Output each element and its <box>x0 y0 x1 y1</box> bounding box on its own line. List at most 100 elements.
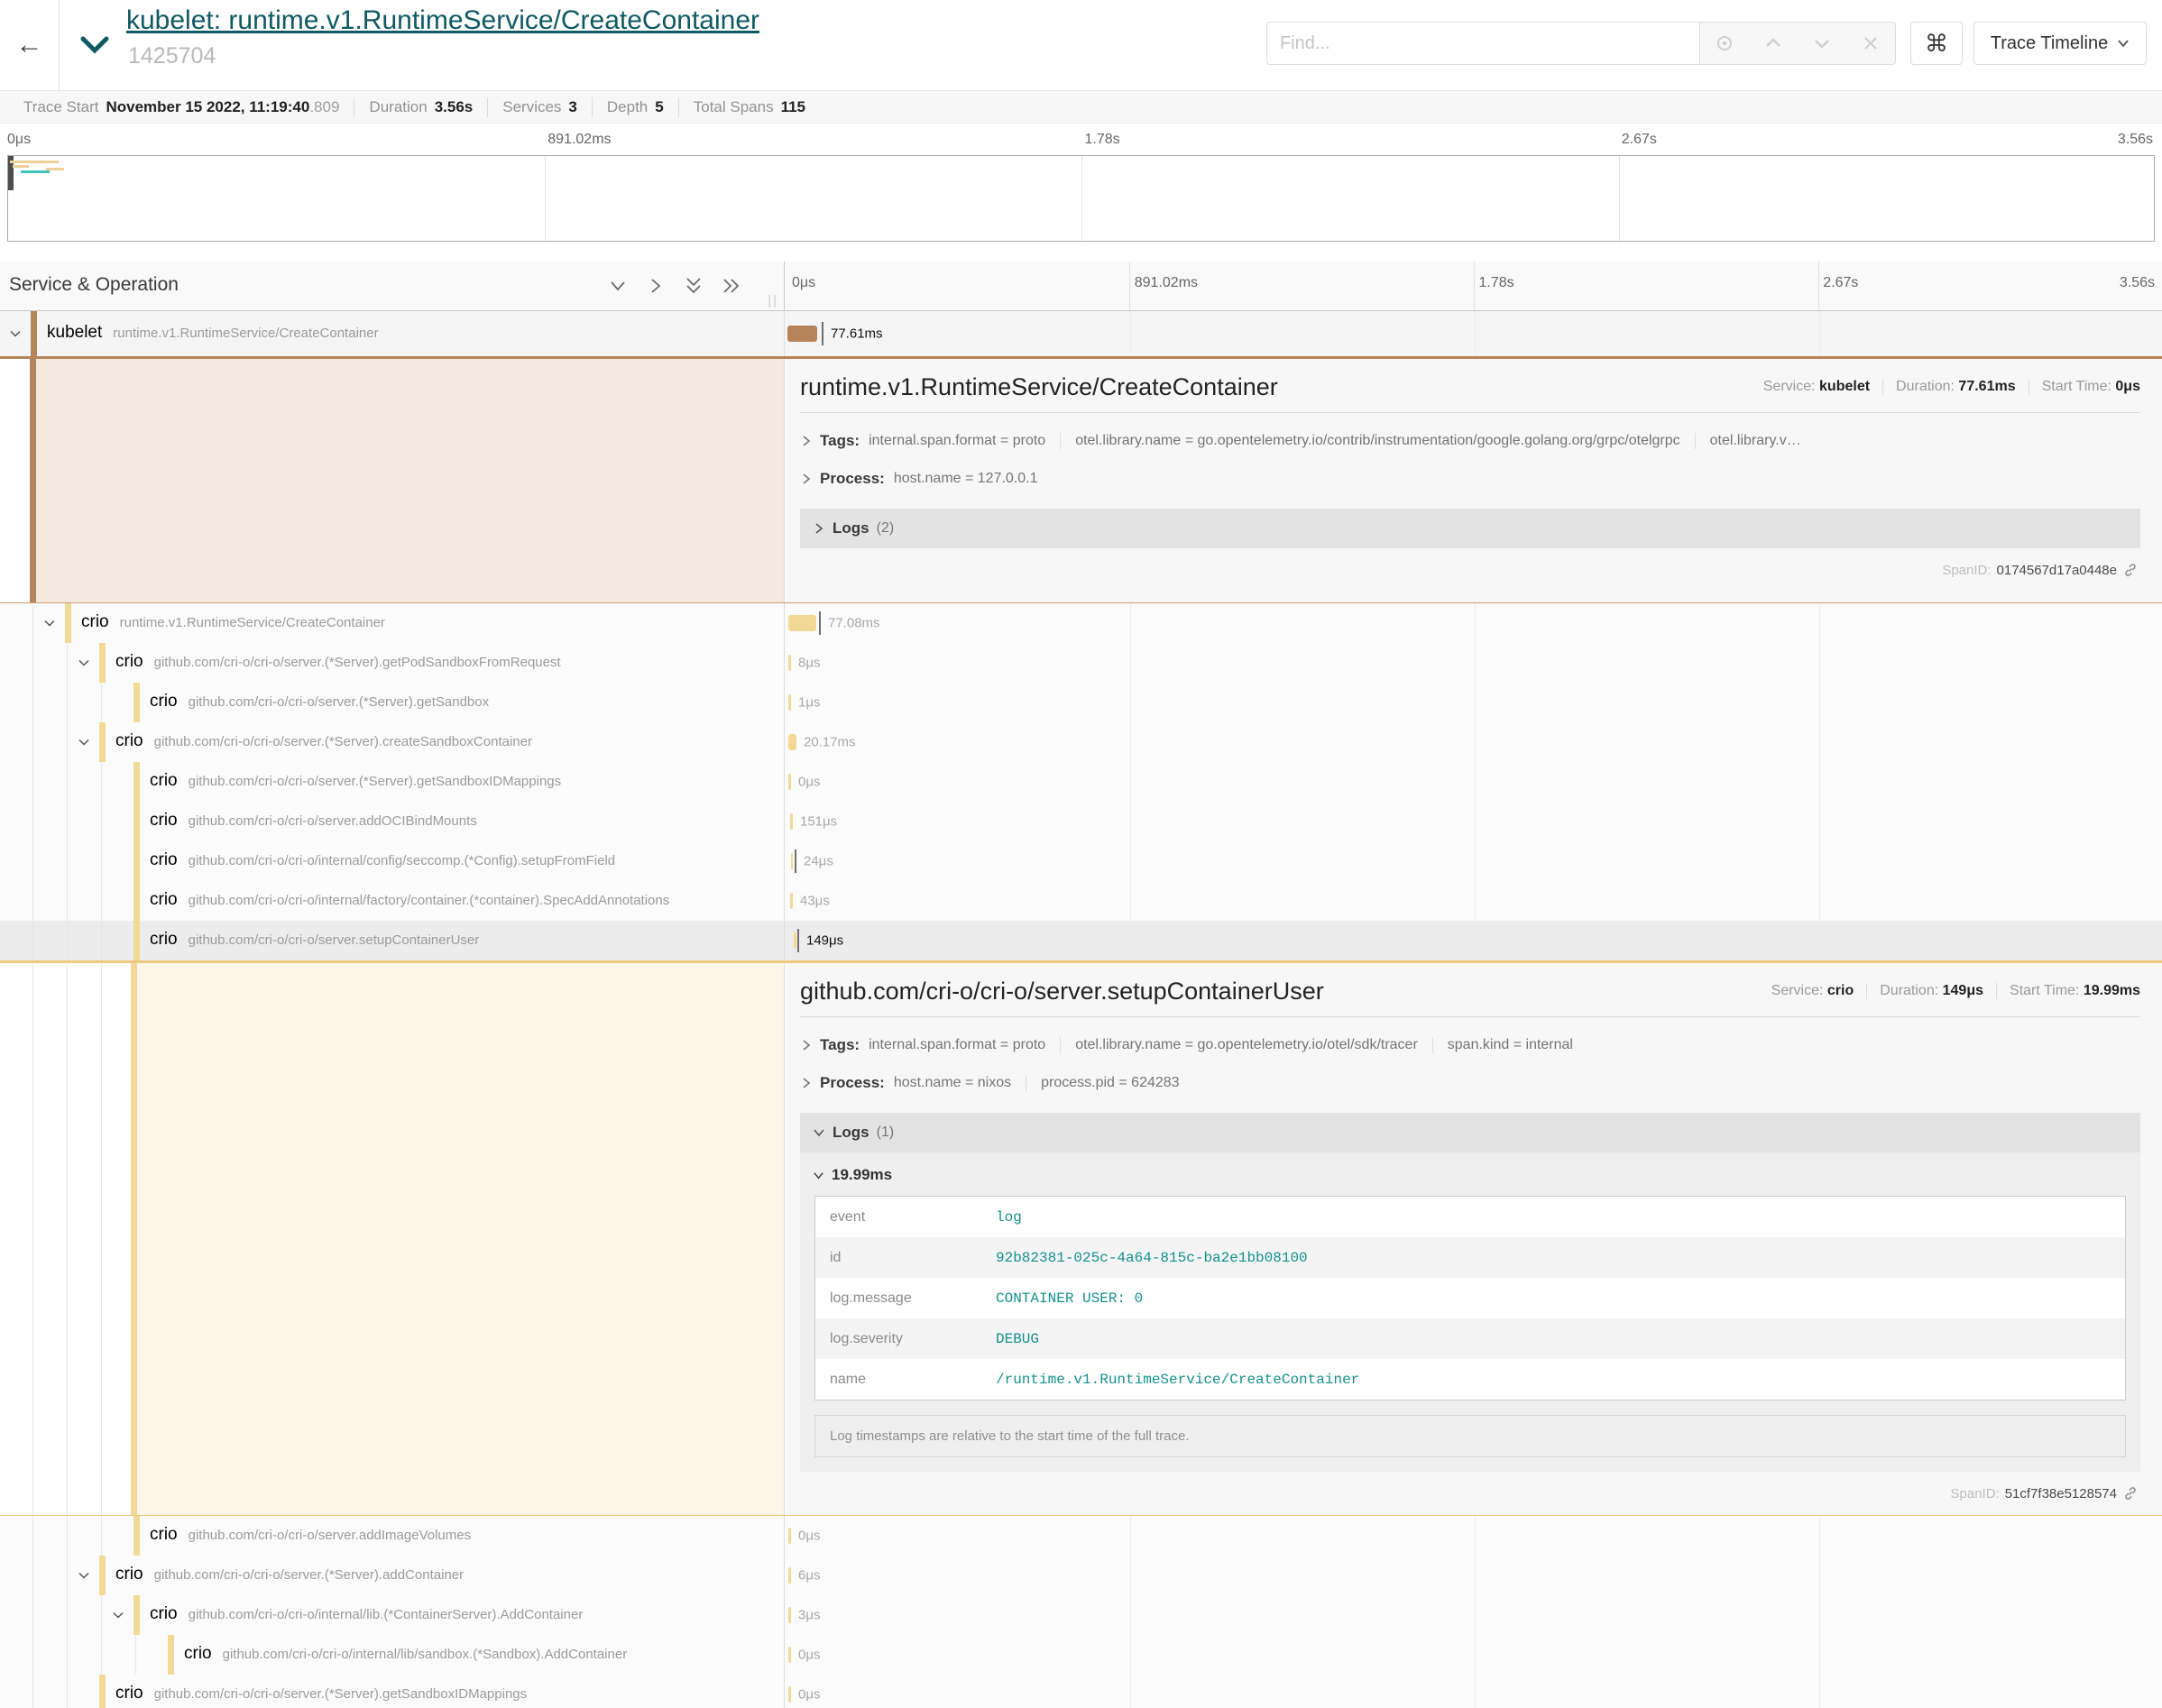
logs-toggle[interactable]: Logs (2) <box>800 509 2140 548</box>
span-bar <box>788 1607 791 1623</box>
keyboard-shortcuts-button[interactable]: ⌘ <box>1910 22 1963 65</box>
timeline-tick-label: 2.67s <box>1823 275 1858 291</box>
process-item: host.name = nixos <box>894 1075 1011 1091</box>
span-row[interactable]: criogithub.com/cri-o/cri-o/server.addOCI… <box>0 802 2162 841</box>
service-color-stripe <box>133 762 140 802</box>
span-row[interactable]: crioruntime.v1.RuntimeService/CreateCont… <box>0 603 2162 643</box>
indent-guide <box>101 683 102 722</box>
span-row[interactable]: criogithub.com/cri-o/cri-o/server.(*Serv… <box>0 722 2162 762</box>
span-row[interactable]: criogithub.com/cri-o/cri-o/internal/lib/… <box>0 1635 2162 1675</box>
back-button[interactable]: ← <box>0 0 60 90</box>
locate-icon[interactable] <box>1713 32 1736 55</box>
span-row[interactable]: criogithub.com/cri-o/cri-o/server.(*Serv… <box>0 643 2162 683</box>
timeline-gridline <box>1130 722 1131 762</box>
process-label: Process: <box>820 1074 885 1092</box>
copy-link-icon[interactable] <box>2122 1484 2140 1502</box>
span-row[interactable]: criogithub.com/cri-o/cri-o/internal/fact… <box>0 881 2162 921</box>
trace-summary-bar: Trace StartNovember 15 2022, 11:19:40.80… <box>0 90 2162 124</box>
span-bar <box>788 1528 791 1544</box>
timeline-gridline <box>1819 1516 1820 1556</box>
collapse-chevron-icon[interactable] <box>76 734 92 750</box>
service-color-stripe <box>133 1516 140 1556</box>
tag-item: internal.span.format = proto <box>869 1037 1045 1053</box>
collapse-chevron-icon[interactable] <box>110 1607 126 1623</box>
collapse-chevron-icon[interactable] <box>7 326 23 342</box>
indent-guide <box>32 722 33 762</box>
span-bar <box>788 1686 791 1703</box>
tags-toggle[interactable]: Tags: internal.span.format = proto otel.… <box>800 422 2140 460</box>
collapse-chevron-icon[interactable] <box>41 615 58 631</box>
column-resize-grip[interactable]: || <box>768 293 778 308</box>
timeline-gridline <box>1819 1635 1820 1675</box>
collapse-chevron-icon[interactable] <box>76 1567 92 1584</box>
process-toggle[interactable]: Process: host.name = nixos process.pid =… <box>800 1064 2140 1102</box>
span-row[interactable]: criogithub.com/cri-o/cri-o/server.addIma… <box>0 1516 2162 1556</box>
trace-collapse-chevron-icon[interactable] <box>79 27 119 63</box>
service-color-stripe <box>133 841 140 881</box>
span-row[interactable]: criogithub.com/cri-o/cri-o/internal/conf… <box>0 841 2162 881</box>
summary-value: 5 <box>655 98 663 116</box>
logs-label: Logs <box>833 1124 869 1142</box>
find-input[interactable] <box>1266 22 1699 65</box>
copy-link-icon[interactable] <box>2122 561 2140 579</box>
span-boundary-tick <box>797 929 799 952</box>
chevron-up-icon[interactable] <box>1762 32 1785 55</box>
logs-toggle[interactable]: Logs (1) <box>800 1113 2140 1152</box>
summary-label: Depth <box>607 98 648 116</box>
chevron-right-icon <box>800 473 813 485</box>
service-color-stripe <box>133 921 140 960</box>
service-operation-header: Service & Operation || <box>0 262 785 310</box>
process-toggle[interactable]: Process: host.name = 127.0.0.1 <box>800 460 2140 498</box>
collapse-all-icon[interactable] <box>681 273 706 298</box>
service-color-stripe <box>99 722 106 762</box>
tag-item: span.kind = internal <box>1432 1037 1573 1053</box>
timeline-gridline <box>1475 921 1476 960</box>
clear-icon[interactable] <box>1859 32 1882 55</box>
span-row[interactable]: criogithub.com/cri-o/cri-o/server.(*Serv… <box>0 762 2162 802</box>
span-row[interactable]: kubeletruntime.v1.RuntimeService/CreateC… <box>0 311 2162 356</box>
collapse-chevron-icon[interactable] <box>76 655 92 671</box>
chevron-down-icon[interactable] <box>1810 32 1834 55</box>
timeline-grid-header: Service & Operation || 0μs891.02ms1.78s2… <box>0 262 2162 311</box>
timeline-gridline <box>1819 762 1820 802</box>
timeline-gridline <box>1819 643 1820 683</box>
duration-value: 77.61ms <box>1958 379 2015 394</box>
span-detail-title: runtime.v1.RuntimeService/CreateContaine… <box>800 373 1278 401</box>
trace-title-link[interactable]: kubelet: runtime.v1.RuntimeService/Creat… <box>126 5 759 36</box>
process-label: Process: <box>820 470 885 488</box>
timeline-minimap[interactable] <box>7 155 2155 242</box>
duration-value: 149μs <box>1943 983 1983 998</box>
timeline-tick-label: 3.56s <box>2120 275 2155 291</box>
service-name: kubeletruntime.v1.RuntimeService/CreateC… <box>47 323 379 343</box>
detail-left-gutter <box>0 359 785 602</box>
operation-name: github.com/cri-o/cri-o/server.(*Server).… <box>154 734 532 749</box>
service-operation-title: Service & Operation <box>9 274 179 296</box>
service-color-stripe <box>99 1675 106 1708</box>
collapse-one-icon[interactable] <box>605 273 630 298</box>
operation-name: github.com/cri-o/cri-o/server.addImageVo… <box>189 1528 471 1543</box>
tags-toggle[interactable]: Tags: internal.span.format = proto otel.… <box>800 1026 2140 1064</box>
span-row[interactable]: criogithub.com/cri-o/cri-o/internal/lib.… <box>0 1595 2162 1635</box>
log-timestamp: 19.99ms <box>832 1166 892 1184</box>
span-bar <box>788 615 816 631</box>
service-name: criogithub.com/cri-o/cri-o/server.(*Serv… <box>150 692 489 712</box>
span-row[interactable]: criogithub.com/cri-o/cri-o/server.(*Serv… <box>0 683 2162 722</box>
indent-guide <box>32 921 33 960</box>
summary-label: Duration <box>369 98 427 116</box>
log-entry-toggle[interactable]: 19.99ms <box>800 1156 2140 1194</box>
span-row[interactable]: criogithub.com/cri-o/cri-o/server.setupC… <box>0 921 2162 960</box>
service-color-stripe <box>133 802 140 841</box>
operation-name: github.com/cri-o/cri-o/server.(*Server).… <box>154 1567 464 1583</box>
tag-item: otel.library.name = go.opentelemetry.io/… <box>1060 433 1679 449</box>
operation-name: github.com/cri-o/cri-o/internal/config/s… <box>189 853 616 868</box>
span-row[interactable]: criogithub.com/cri-o/cri-o/server.(*Serv… <box>0 1556 2162 1595</box>
minimap-gridline <box>545 156 546 241</box>
service-color-stripe <box>30 359 36 602</box>
expand-one-icon[interactable] <box>643 273 668 298</box>
span-row[interactable]: criogithub.com/cri-o/cri-o/server.(*Serv… <box>0 1675 2162 1708</box>
trace-view-selector[interactable]: Trace Timeline <box>1973 22 2147 65</box>
timeline-gridline <box>1819 1556 1820 1595</box>
expand-all-icon[interactable] <box>719 273 744 298</box>
minimap-tick-label: 3.56s <box>2118 132 2153 148</box>
service-label: Service: <box>1763 379 1816 394</box>
